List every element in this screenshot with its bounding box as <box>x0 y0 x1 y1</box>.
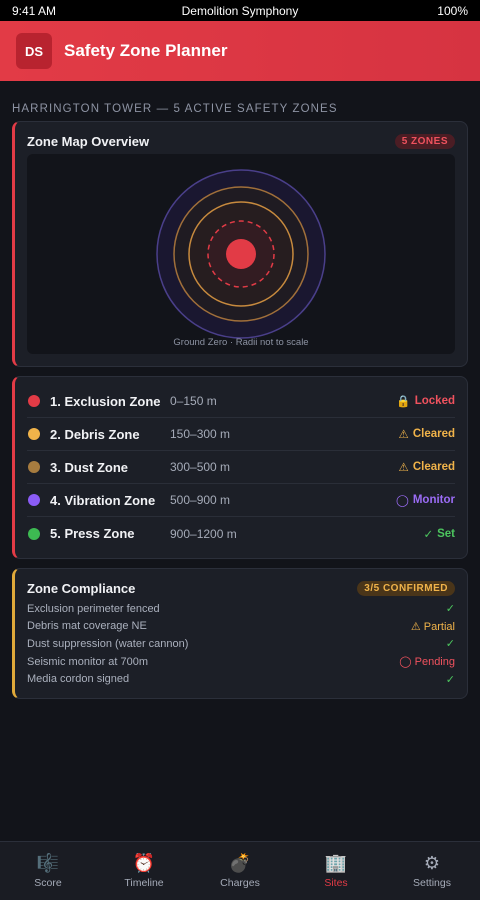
zone-rings-graphic <box>156 169 326 339</box>
zone-row[interactable]: 5. Press Zone 900–1200 m ✓ Set <box>27 517 455 550</box>
building-icon: 🏢 <box>324 853 348 873</box>
status-time: 9:41 AM <box>12 3 57 18</box>
zone-status-label: Cleared <box>412 461 455 473</box>
app-header: DS Safety Zone Planner <box>0 21 480 81</box>
score-icon: 🎼 <box>36 853 60 873</box>
zone-status-label: Monitor <box>412 494 455 506</box>
status-bar: 9:41 AM Demolition Symphony 100% <box>0 0 480 21</box>
check-icon: ✓ <box>423 528 434 541</box>
zone-color-dot <box>28 461 40 473</box>
tab-timeline[interactable]: ⏰ Timeline <box>96 842 192 900</box>
zone-map[interactable]: Ground Zero · Radii not to scale <box>27 154 455 354</box>
compliance-item-label: Exclusion perimeter fenced <box>27 602 160 615</box>
warning-icon: ⚠ <box>398 429 409 441</box>
zone-range: 300–500 m <box>170 460 231 474</box>
ground-zero-core <box>226 239 256 269</box>
compliance-item: Seismic monitor at 700m ◯ Pending <box>27 653 455 671</box>
zone-status: ⚠ Cleared <box>399 460 456 474</box>
zone-range: 0–150 m <box>170 394 217 408</box>
zone-status-label: Locked <box>414 395 455 407</box>
compliance-item-label: Dust suppression (water cannon) <box>27 637 189 650</box>
zone-name: 4. Vibration Zone <box>50 492 156 508</box>
zone-color-dot <box>28 527 40 540</box>
zone-range: 500–900 m <box>170 493 231 507</box>
zone-row[interactable]: 3. Dust Zone 300–500 m ⚠ Cleared <box>27 451 455 484</box>
zone-color-dot <box>28 395 40 407</box>
zone-color-dot <box>28 494 40 506</box>
tab-label: Sites <box>324 877 348 889</box>
zone-name: 2. Debris Zone <box>50 426 140 442</box>
tab-label: Timeline <box>124 877 164 889</box>
compliance-item: Debris mat coverage NE ⚠ Partial <box>27 618 455 636</box>
zone-status-label: Set <box>437 527 455 540</box>
zone-name: 3. Dust Zone <box>50 459 129 475</box>
zone-map-card: Zone Map Overview 5 ZONES Ground Zero · … <box>12 121 468 367</box>
compliance-item-label: Seismic monitor at 700m <box>27 655 149 668</box>
zone-status: ⚠ Cleared <box>399 427 456 441</box>
zone-compliance-card: Zone Compliance 3/5 CONFIRMED Exclusion … <box>12 568 468 699</box>
compliance-item-status: ✓ <box>445 638 455 651</box>
zone-map-title: Zone Map Overview <box>27 134 150 149</box>
zone-name: 5. Press Zone <box>50 526 135 541</box>
zone-row[interactable]: 2. Debris Zone 150–300 m ⚠ Cleared <box>27 418 455 451</box>
zone-name: 1. Exclusion Zone <box>50 393 161 409</box>
tab-sites[interactable]: 🏢 Sites <box>288 842 384 900</box>
app-logo: DS <box>16 33 52 69</box>
zone-row[interactable]: 4. Vibration Zone 500–900 m ◯ Monitor <box>27 484 455 517</box>
zone-range: 150–300 m <box>170 427 231 441</box>
zone-range: 900–1200 m <box>170 526 237 541</box>
zone-list: 1. Exclusion Zone 0–150 m 🔒 Locked 2. Debris… <box>15 377 467 558</box>
map-caption: Ground Zero · Radii not to scale <box>173 337 309 348</box>
zones-count-badge: 5 ZONES <box>394 134 455 149</box>
compliance-item-status: ✓ <box>445 673 455 686</box>
zone-row[interactable]: 1. Exclusion Zone 0–150 m 🔒 Locked <box>27 385 455 418</box>
page-title: Safety Zone Planner <box>64 41 228 60</box>
tab-charges[interactable]: 💣 Charges <box>192 842 288 900</box>
tab-score[interactable]: 🎼 Score <box>0 842 96 900</box>
compliance-item-label: Media cordon signed <box>27 673 130 686</box>
compliance-item-status: ◯ Pending <box>399 656 455 669</box>
tab-label: Charges <box>220 877 260 889</box>
zone-status: ◯ Monitor <box>396 493 455 507</box>
bottom-tab-bar: 🎼 Score ⏰ Timeline 💣 Charges 🏢 Sites ⚙ Settings <box>0 841 480 900</box>
gear-icon: ⚙ <box>423 853 441 873</box>
status-battery: 100% <box>437 3 468 18</box>
compliance-list: Exclusion perimeter fenced ✓ Debris mat co… <box>15 596 467 698</box>
bomb-icon: 💣 <box>228 853 252 873</box>
zone-status: 🔒 Locked <box>396 394 455 408</box>
compliance-item-label: Debris mat coverage NE <box>27 620 147 633</box>
compliance-item: Exclusion perimeter fenced ✓ <box>27 600 455 618</box>
compliance-item: Dust suppression (water cannon) ✓ <box>27 635 455 653</box>
circle-icon: ◯ <box>395 495 409 507</box>
zone-list-card: 1. Exclusion Zone 0–150 m 🔒 Locked 2. Debris… <box>12 376 468 559</box>
compliance-item: Media cordon signed ✓ <box>27 670 455 688</box>
alarm-clock-icon: ⏰ <box>132 853 156 873</box>
compliance-item-status: ⚠ Partial <box>410 620 455 633</box>
section-label: HARRINGTON TOWER — 5 ACTIVE SAFETY ZONES <box>12 103 338 115</box>
tab-label: Settings <box>413 877 451 889</box>
zone-status: ✓ Set <box>423 527 455 541</box>
compliance-badge: 3/5 CONFIRMED <box>357 581 455 596</box>
status-carrier: Demolition Symphony <box>181 3 299 18</box>
tab-label: Score <box>34 877 62 889</box>
compliance-item-status: ✓ <box>445 603 455 616</box>
compliance-title: Zone Compliance <box>27 581 136 596</box>
lock-icon: 🔒 <box>396 396 411 408</box>
tab-settings[interactable]: ⚙ Settings <box>384 842 480 900</box>
zone-status-label: Cleared <box>412 428 455 440</box>
warning-icon: ⚠ <box>398 462 409 474</box>
zone-color-dot <box>28 428 40 440</box>
